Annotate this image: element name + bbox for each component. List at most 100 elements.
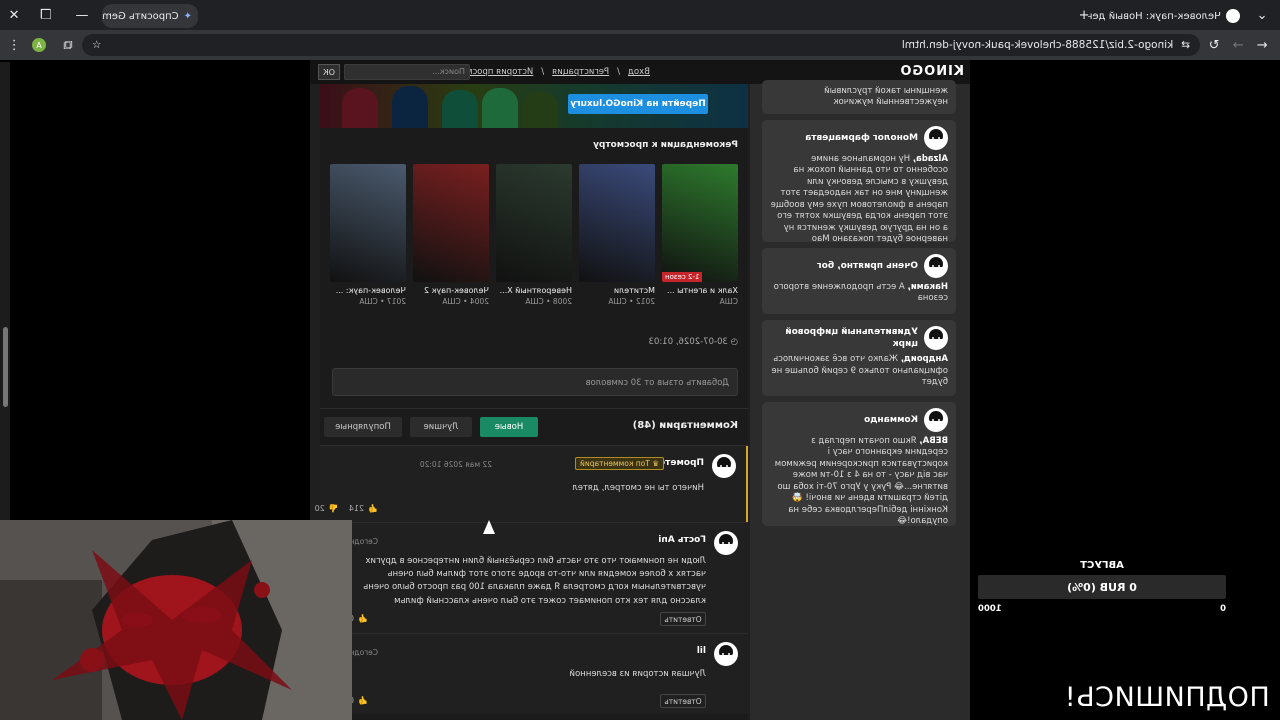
sidebar-comment-card[interactable]: Удивительный цифровой цирк Андроид, Жалк…	[762, 320, 956, 396]
recommendation-card[interactable]: Человек-паук: ... 2017 • США	[330, 164, 406, 306]
subscribe-text: ПОДПИШИСЬ!	[1064, 682, 1270, 713]
season-badge: 1-2 сезон	[662, 272, 703, 282]
publication-date: ◷ 30-07-2026, 01:03	[649, 337, 738, 347]
nav-link-register[interactable]: Регистрация	[552, 67, 609, 77]
tab-search-icon[interactable]: ⌄	[1248, 1, 1276, 29]
banner-cta-button[interactable]: Перейти на KinoGO.luxury	[568, 94, 708, 114]
tab-active[interactable]: Человек-паук: Новый день с ✕	[1088, 4, 1246, 28]
restore-button[interactable]: ❐	[32, 1, 60, 29]
recommendation-card[interactable]: Мстители 2012 • США	[579, 164, 655, 306]
comment-author[interactable]: Гость Ani	[658, 535, 706, 545]
back-button[interactable]: ←	[1248, 31, 1276, 59]
close-window-button[interactable]: ✕	[0, 1, 28, 29]
sidebar-comment-author: Alzada,	[912, 154, 948, 164]
poster-title[interactable]: Халк и агенты ...	[662, 286, 738, 295]
comment-votes: 👍 214 👎 20	[315, 504, 378, 513]
reply-button[interactable]: Ответить	[660, 694, 706, 708]
sidebar-comment-text: Ну нормальное аниме особенно то что данн…	[770, 154, 948, 245]
like-icon[interactable]: 👍	[358, 614, 368, 623]
comment-text: Люди не понимают что это часть бил серьё…	[363, 556, 706, 606]
sidebar-comment-author: Наками,	[907, 282, 949, 292]
address-url: kinogo-2.biz/125888-chelovek-pauk-novyj-…	[901, 39, 1174, 51]
review-placeholder: Добавить отзыв от 30 символов	[585, 378, 729, 388]
filter-new-button[interactable]: Новые	[480, 417, 538, 437]
sidebar-comment-movie[interactable]: Удивительный цифровой цирк	[770, 326, 918, 350]
avatar	[714, 642, 738, 666]
filter-best-button[interactable]: Лучшие	[410, 417, 472, 437]
gemini-button[interactable]: ✦ Спросить Gemini	[102, 4, 198, 28]
poster-title[interactable]: Человек-паук: ...	[330, 286, 406, 295]
poster-image[interactable]	[496, 164, 572, 282]
site-logo[interactable]: KINOGO	[899, 64, 964, 79]
donation-scale: 0 1000	[978, 604, 1226, 614]
subscribe-overlay-text: ПОДПИШИСЬ!	[1054, 682, 1280, 713]
banner-figure	[342, 88, 378, 128]
add-review-input[interactable]: Добавить отзыв от 30 символов	[332, 368, 738, 396]
clock-icon: ◷	[730, 337, 738, 347]
recommendation-card[interactable]: Невероятный Х... 2008 • США	[496, 164, 572, 306]
video-frame-image	[0, 520, 352, 720]
reply-button[interactable]: Ответить	[660, 612, 706, 626]
screen: ⌄ Человек-паук: Новый день с ✕ + ✦ Спрос…	[0, 0, 1280, 720]
sidebar-comment-card[interactable]: Монолог фармацевта Alzada, Ну нормальное…	[762, 120, 956, 245]
mouse-cursor	[483, 520, 495, 534]
banner-figure	[522, 92, 558, 128]
minimize-button[interactable]: —	[68, 1, 96, 29]
comment-author[interactable]: lil	[697, 646, 706, 656]
new-tab-button[interactable]: +	[1070, 1, 1098, 29]
promo-banner[interactable]: Перейти на KinoGO.luxury	[320, 84, 748, 128]
nav-separator: /	[541, 67, 545, 77]
gemini-icon: ✦	[183, 10, 192, 22]
top-comment-badge: ♛ Топ комментарий	[574, 457, 664, 470]
address-bar[interactable]: ⇄ kinogo-2.biz/125888-chelovek-pauk-novy…	[82, 34, 1200, 56]
sidebar-comment-card[interactable]: женщины такой трусливый неужественный му…	[762, 80, 956, 114]
poster-title[interactable]: Мстители	[579, 286, 655, 295]
profile-avatar[interactable]: A	[32, 38, 46, 52]
reload-button[interactable]: ↻	[1200, 31, 1228, 59]
sidebar-comment-card[interactable]: Коммандо BEBA, Якшо почати перглад з сер…	[762, 402, 956, 526]
sidebar-comment-movie[interactable]: Монолог фармацевта	[805, 132, 918, 144]
sidebar-comment-card[interactable]: Очень приятно, бог Наками, А есть продол…	[762, 248, 956, 314]
comment-item: lil Сегодня Лучшая история из вселенной …	[320, 634, 748, 714]
recommendation-card[interactable]: Человек-паук 2 2004 • США	[413, 164, 489, 306]
poster-image[interactable]	[579, 164, 655, 282]
like-icon[interactable]: 👍	[358, 696, 368, 705]
site-info-icon[interactable]: ⇄	[1181, 39, 1190, 51]
sidebar-comment-movie[interactable]: Коммандо	[864, 414, 918, 426]
nav-link-login[interactable]: Вход	[628, 67, 650, 77]
poster-image[interactable]	[330, 164, 406, 282]
poster-meta: 2008 • США	[525, 297, 572, 306]
poster-image[interactable]: 1-2 сезон	[662, 164, 738, 282]
bookmark-star-icon[interactable]: ☆	[92, 39, 101, 51]
comment-item: Гость Ani Сегодня Люди не понимают что э…	[320, 523, 748, 633]
sidebar-comment-text: Якшо почати перглад з середини екранного…	[774, 436, 948, 527]
recommendation-card[interactable]: 1-2 сезон Халк и агенты ... США	[662, 164, 738, 306]
filter-popular-button[interactable]: Популярные	[324, 417, 402, 437]
site-search-input[interactable]: Поиск...	[344, 64, 470, 80]
avatar	[714, 531, 738, 555]
forward-button[interactable]: →	[1224, 31, 1252, 59]
comments-title: Комментарии (48)	[632, 420, 738, 431]
poster-meta: 2012 • США	[608, 297, 655, 306]
crown-icon: ♛	[652, 459, 659, 468]
browser-tabstrip: ⌄ Человек-паук: Новый день с ✕ + ✦ Спрос…	[0, 0, 1280, 30]
dislike-count: 20	[314, 504, 325, 513]
like-icon[interactable]: 👍	[368, 504, 378, 513]
sidebar-comment-movie[interactable]: Очень приятно, бог	[817, 260, 918, 272]
extensions-icon[interactable]: ⧉	[54, 31, 82, 59]
poster-meta: 2017 • США	[359, 297, 406, 306]
search-ok-button[interactable]: ОК	[318, 64, 340, 80]
donation-amount: 0 RUB (0%)	[1067, 580, 1137, 594]
poster-title[interactable]: Человек-паук 2	[413, 286, 489, 295]
sidebar-comment-author: BEBA,	[919, 436, 948, 446]
browser-menu-icon[interactable]: ⋮	[0, 31, 28, 59]
poster-image[interactable]	[413, 164, 489, 282]
donation-month: АВГУСТ	[1080, 560, 1124, 571]
dislike-icon[interactable]: 👎	[329, 504, 339, 513]
kinogo-page: KINOGO Вход / Регистрация / История прос…	[310, 60, 970, 720]
avatar	[712, 454, 736, 478]
poster-title[interactable]: Невероятный Х...	[496, 286, 572, 295]
nav-separator: /	[617, 67, 621, 77]
page-scrollbar-thumb[interactable]	[3, 327, 8, 407]
divider	[320, 408, 748, 409]
